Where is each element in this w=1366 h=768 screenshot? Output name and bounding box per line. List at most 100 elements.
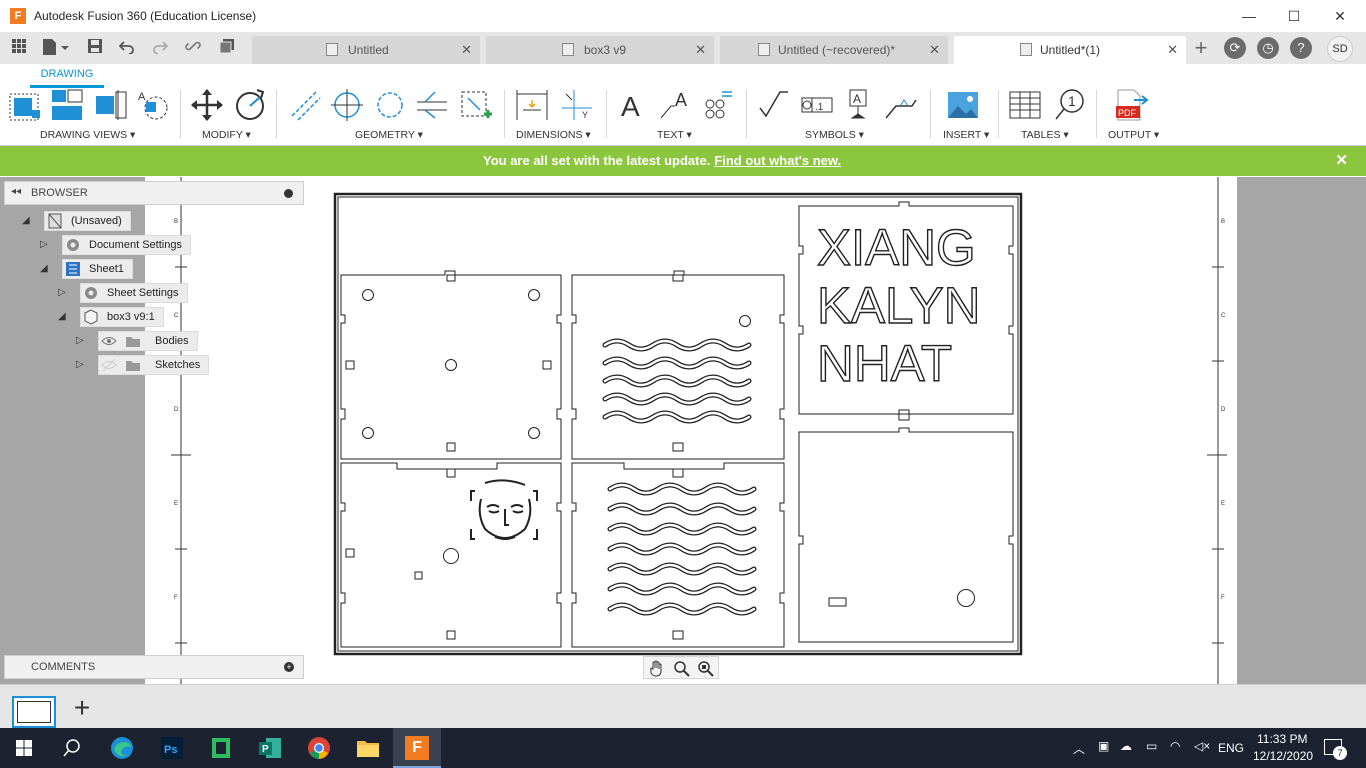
banner-close-icon[interactable]: ✕ [1335,151,1348,169]
text-icon[interactable]: A [617,88,653,124]
tab-untitled[interactable]: Untitled ✕ [252,36,480,64]
tree-box3-v9[interactable]: ◢ box3 v9:1 [58,306,164,328]
new-tab-button[interactable]: + [1190,36,1212,62]
geometry-menu[interactable]: GEOMETRY ▾ [355,129,423,141]
photoshop-icon[interactable]: Ps [158,734,186,762]
base-view-icon[interactable] [8,88,44,124]
add-comment-icon[interactable]: + [284,662,294,672]
dimensions-menu[interactable]: DIMENSIONS ▾ [516,129,591,141]
insert-menu[interactable]: INSERT ▾ [943,129,989,141]
tab-untitled-1[interactable]: Untitled*(1) ✕ [954,36,1186,64]
projected-view-icon[interactable] [50,88,86,124]
tables-menu[interactable]: TABLES ▾ [1021,129,1069,141]
center-mark-pattern-icon[interactable] [373,88,409,124]
minimize-button[interactable]: — [1226,0,1272,32]
eye-icon[interactable] [101,333,117,349]
expand-triangle-icon[interactable]: ▷ [76,359,88,371]
weld-symbol-icon[interactable] [884,88,920,124]
data-panel-icon[interactable] [216,38,238,58]
break-view-icon[interactable] [458,88,494,124]
tab-box3-v9[interactable]: box3 v9 ✕ [486,36,714,64]
move-icon[interactable] [190,88,226,124]
language-indicator[interactable]: ENG [1218,741,1244,755]
show-hidden-icons[interactable]: ︿ [1073,740,1085,757]
notifications-icon[interactable]: ◷ [1257,37,1279,59]
clock-time[interactable]: 11:33 PM [1257,732,1307,746]
pan-icon[interactable] [648,659,666,680]
tree-item-sketches[interactable]: Sketches [98,355,210,375]
help-icon[interactable]: ? [1290,37,1312,59]
edge-extension-icon[interactable] [415,88,451,124]
expand-triangle-icon[interactable]: ▷ [76,335,88,347]
insert-image-icon[interactable] [946,88,982,124]
tree-root[interactable]: ◢ (Unsaved) [22,210,131,232]
close-window-button[interactable]: ✕ [1317,0,1363,32]
tree-item-unsaved[interactable]: (Unsaved) [44,211,131,231]
balloon-icon[interactable]: 1 [1052,88,1088,124]
detail-view-icon[interactable]: A [136,88,172,124]
notifications-center-icon[interactable]: 7 [1324,739,1347,760]
zoom-icon[interactable] [672,659,690,680]
pdf-output-icon[interactable]: PDF [1114,88,1150,124]
wifi-icon[interactable]: ◠ [1170,739,1180,753]
expand-triangle-icon[interactable]: ▷ [40,239,52,251]
windows-start-icon[interactable] [10,734,38,762]
taskbar-fusion-active[interactable]: F [393,728,441,768]
job-status-icon[interactable]: ⟳ [1224,37,1246,59]
app-grid-icon[interactable] [8,38,30,58]
add-sheet-button[interactable]: + [68,694,96,723]
power-icon[interactable]: ▭ [1146,739,1157,753]
table-icon[interactable] [1008,88,1044,124]
centerline-icon[interactable] [288,88,324,124]
collapse-triangle-icon[interactable]: ◢ [58,311,70,323]
volume-icon[interactable]: ◁× [1194,739,1210,753]
text-menu[interactable]: TEXT ▾ [657,129,692,141]
modify-menu[interactable]: MODIFY ▾ [202,129,251,141]
link-icon[interactable] [182,38,204,58]
tree-document-settings[interactable]: ▷ Document Settings [40,234,191,256]
eye-hidden-icon[interactable] [101,357,117,373]
output-menu[interactable]: OUTPUT ▾ [1108,129,1159,141]
tree-item-box3-v9[interactable]: box3 v9:1 [80,307,164,327]
meet-now-icon[interactable]: ▣ [1098,739,1109,753]
feature-control-frame-icon[interactable]: .1 [800,88,836,124]
tab-close-icon[interactable]: ✕ [695,36,706,64]
sheet-thumbnail[interactable] [12,696,56,728]
clock-date[interactable]: 12/12/2020 [1253,749,1313,763]
onedrive-icon[interactable]: ☁ [1120,739,1132,753]
tree-sketches[interactable]: ▷ Sketches [76,354,210,376]
tree-item-sheet-settings[interactable]: Sheet Settings [80,283,188,303]
ordinate-dimension-icon[interactable]: Y [560,88,596,124]
tab-close-icon[interactable]: ✕ [1167,36,1178,64]
leader-text-icon[interactable]: A [659,88,695,124]
rotate-icon[interactable] [233,88,269,124]
datum-identifier-icon[interactable]: A [842,88,878,124]
dimension-icon[interactable] [515,88,551,124]
file-explorer-icon[interactable] [354,734,382,762]
workspace-tab-drawing[interactable]: DRAWING [30,68,104,88]
search-icon[interactable] [58,734,86,762]
tree-sheet-settings[interactable]: ▷ Sheet Settings [58,282,188,304]
drawing-views-menu[interactable]: DRAWING VIEWS ▾ [40,129,135,141]
user-avatar[interactable]: SD [1327,36,1353,62]
file-menu-icon[interactable] [40,38,70,58]
tree-sheet1[interactable]: ◢ Sheet1 [40,258,133,280]
evernote-icon[interactable] [207,734,235,762]
collapse-triangle-icon[interactable]: ◢ [22,215,34,227]
expand-triangle-icon[interactable]: ▷ [58,287,70,299]
surface-texture-icon[interactable] [756,88,792,124]
browser-pin-icon[interactable] [284,189,293,198]
collapse-triangle-icon[interactable]: ◢ [40,263,52,275]
maximize-button[interactable]: ☐ [1271,0,1317,32]
save-icon[interactable] [84,38,106,58]
redo-icon[interactable] [149,38,171,58]
tab-close-icon[interactable]: ✕ [461,36,472,64]
tab-close-icon[interactable]: ✕ [929,36,940,64]
symbols-menu[interactable]: SYMBOLS ▾ [805,129,864,141]
tab-untitled-recovered[interactable]: Untitled (~recovered)* ✕ [720,36,948,64]
publisher-icon[interactable]: P [256,734,284,762]
note-icon[interactable] [700,88,736,124]
undo-icon[interactable] [116,38,138,58]
tree-item-sheet1[interactable]: Sheet1 [62,259,133,279]
zoom-window-icon[interactable] [696,659,714,680]
